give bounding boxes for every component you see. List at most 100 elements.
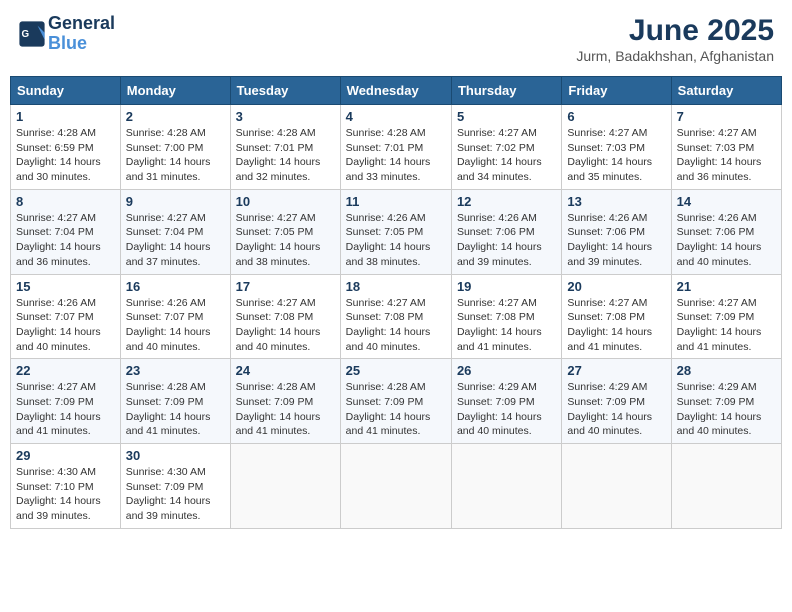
day-number: 20: [567, 279, 665, 294]
calendar-cell: 10 Sunrise: 4:27 AM Sunset: 7:05 PM Dayl…: [230, 189, 340, 274]
day-info: Sunrise: 4:29 AM Sunset: 7:09 PM Dayligh…: [567, 380, 665, 439]
day-info: Sunrise: 4:27 AM Sunset: 7:08 PM Dayligh…: [236, 296, 335, 355]
logo: G General Blue: [18, 14, 115, 54]
day-info: Sunrise: 4:26 AM Sunset: 7:06 PM Dayligh…: [457, 211, 556, 270]
col-wednesday: Wednesday: [340, 77, 451, 105]
logo-line1: General: [48, 14, 115, 34]
day-number: 27: [567, 363, 665, 378]
day-number: 28: [677, 363, 776, 378]
day-info: Sunrise: 4:26 AM Sunset: 7:06 PM Dayligh…: [567, 211, 665, 270]
calendar-cell: [230, 444, 340, 529]
day-info: Sunrise: 4:27 AM Sunset: 7:05 PM Dayligh…: [236, 211, 335, 270]
col-tuesday: Tuesday: [230, 77, 340, 105]
calendar-cell: 2 Sunrise: 4:28 AM Sunset: 7:00 PM Dayli…: [120, 105, 230, 190]
day-number: 1: [16, 109, 115, 124]
calendar-cell: 3 Sunrise: 4:28 AM Sunset: 7:01 PM Dayli…: [230, 105, 340, 190]
day-info: Sunrise: 4:28 AM Sunset: 7:09 PM Dayligh…: [236, 380, 335, 439]
calendar-cell: 12 Sunrise: 4:26 AM Sunset: 7:06 PM Dayl…: [451, 189, 561, 274]
calendar-cell: 19 Sunrise: 4:27 AM Sunset: 7:08 PM Dayl…: [451, 274, 561, 359]
calendar-header-row: Sunday Monday Tuesday Wednesday Thursday…: [11, 77, 782, 105]
day-info: Sunrise: 4:28 AM Sunset: 7:01 PM Dayligh…: [236, 126, 335, 185]
day-number: 4: [346, 109, 446, 124]
day-info: Sunrise: 4:27 AM Sunset: 7:09 PM Dayligh…: [16, 380, 115, 439]
calendar-cell: [451, 444, 561, 529]
day-info: Sunrise: 4:28 AM Sunset: 7:01 PM Dayligh…: [346, 126, 446, 185]
day-info: Sunrise: 4:28 AM Sunset: 7:09 PM Dayligh…: [346, 380, 446, 439]
day-info: Sunrise: 4:29 AM Sunset: 7:09 PM Dayligh…: [457, 380, 556, 439]
calendar-cell: 22 Sunrise: 4:27 AM Sunset: 7:09 PM Dayl…: [11, 359, 121, 444]
day-number: 17: [236, 279, 335, 294]
day-number: 30: [126, 448, 225, 463]
title-section: June 2025 Jurm, Badakhshan, Afghanistan: [576, 14, 774, 64]
day-info: Sunrise: 4:27 AM Sunset: 7:08 PM Dayligh…: [346, 296, 446, 355]
day-number: 16: [126, 279, 225, 294]
calendar-cell: 5 Sunrise: 4:27 AM Sunset: 7:02 PM Dayli…: [451, 105, 561, 190]
day-info: Sunrise: 4:27 AM Sunset: 7:02 PM Dayligh…: [457, 126, 556, 185]
day-info: Sunrise: 4:26 AM Sunset: 7:07 PM Dayligh…: [126, 296, 225, 355]
calendar-cell: 14 Sunrise: 4:26 AM Sunset: 7:06 PM Dayl…: [671, 189, 781, 274]
calendar-cell: 20 Sunrise: 4:27 AM Sunset: 7:08 PM Dayl…: [562, 274, 671, 359]
week-row-1: 1 Sunrise: 4:28 AM Sunset: 6:59 PM Dayli…: [11, 105, 782, 190]
day-number: 21: [677, 279, 776, 294]
day-number: 10: [236, 194, 335, 209]
day-number: 12: [457, 194, 556, 209]
logo-text: General Blue: [48, 14, 115, 54]
calendar-cell: 1 Sunrise: 4:28 AM Sunset: 6:59 PM Dayli…: [11, 105, 121, 190]
day-info: Sunrise: 4:27 AM Sunset: 7:04 PM Dayligh…: [16, 211, 115, 270]
day-number: 18: [346, 279, 446, 294]
day-info: Sunrise: 4:28 AM Sunset: 7:09 PM Dayligh…: [126, 380, 225, 439]
calendar-cell: 13 Sunrise: 4:26 AM Sunset: 7:06 PM Dayl…: [562, 189, 671, 274]
location-subtitle: Jurm, Badakhshan, Afghanistan: [576, 48, 774, 64]
day-number: 2: [126, 109, 225, 124]
calendar-body: 1 Sunrise: 4:28 AM Sunset: 6:59 PM Dayli…: [11, 105, 782, 529]
day-info: Sunrise: 4:27 AM Sunset: 7:08 PM Dayligh…: [567, 296, 665, 355]
calendar-cell: 7 Sunrise: 4:27 AM Sunset: 7:03 PM Dayli…: [671, 105, 781, 190]
day-number: 5: [457, 109, 556, 124]
day-number: 22: [16, 363, 115, 378]
calendar-cell: 26 Sunrise: 4:29 AM Sunset: 7:09 PM Dayl…: [451, 359, 561, 444]
day-number: 19: [457, 279, 556, 294]
page-header: G General Blue June 2025 Jurm, Badakhsha…: [10, 10, 782, 68]
day-info: Sunrise: 4:30 AM Sunset: 7:10 PM Dayligh…: [16, 465, 115, 524]
day-info: Sunrise: 4:26 AM Sunset: 7:06 PM Dayligh…: [677, 211, 776, 270]
col-sunday: Sunday: [11, 77, 121, 105]
day-info: Sunrise: 4:27 AM Sunset: 7:03 PM Dayligh…: [677, 126, 776, 185]
day-info: Sunrise: 4:29 AM Sunset: 7:09 PM Dayligh…: [677, 380, 776, 439]
col-monday: Monday: [120, 77, 230, 105]
day-info: Sunrise: 4:27 AM Sunset: 7:09 PM Dayligh…: [677, 296, 776, 355]
day-number: 14: [677, 194, 776, 209]
day-number: 26: [457, 363, 556, 378]
calendar-cell: 8 Sunrise: 4:27 AM Sunset: 7:04 PM Dayli…: [11, 189, 121, 274]
calendar-cell: [671, 444, 781, 529]
day-number: 3: [236, 109, 335, 124]
day-number: 25: [346, 363, 446, 378]
calendar-cell: 25 Sunrise: 4:28 AM Sunset: 7:09 PM Dayl…: [340, 359, 451, 444]
week-row-3: 15 Sunrise: 4:26 AM Sunset: 7:07 PM Dayl…: [11, 274, 782, 359]
calendar-cell: 18 Sunrise: 4:27 AM Sunset: 7:08 PM Dayl…: [340, 274, 451, 359]
calendar-cell: 24 Sunrise: 4:28 AM Sunset: 7:09 PM Dayl…: [230, 359, 340, 444]
calendar-cell: 27 Sunrise: 4:29 AM Sunset: 7:09 PM Dayl…: [562, 359, 671, 444]
day-number: 29: [16, 448, 115, 463]
calendar-cell: 4 Sunrise: 4:28 AM Sunset: 7:01 PM Dayli…: [340, 105, 451, 190]
day-info: Sunrise: 4:26 AM Sunset: 7:05 PM Dayligh…: [346, 211, 446, 270]
calendar-cell: [340, 444, 451, 529]
day-number: 24: [236, 363, 335, 378]
logo-line2: Blue: [48, 34, 115, 54]
day-number: 15: [16, 279, 115, 294]
day-number: 11: [346, 194, 446, 209]
svg-text:G: G: [22, 29, 30, 40]
day-number: 8: [16, 194, 115, 209]
calendar-cell: [562, 444, 671, 529]
calendar-cell: 16 Sunrise: 4:26 AM Sunset: 7:07 PM Dayl…: [120, 274, 230, 359]
calendar-cell: 17 Sunrise: 4:27 AM Sunset: 7:08 PM Dayl…: [230, 274, 340, 359]
col-saturday: Saturday: [671, 77, 781, 105]
day-number: 23: [126, 363, 225, 378]
week-row-2: 8 Sunrise: 4:27 AM Sunset: 7:04 PM Dayli…: [11, 189, 782, 274]
week-row-5: 29 Sunrise: 4:30 AM Sunset: 7:10 PM Dayl…: [11, 444, 782, 529]
calendar-table: Sunday Monday Tuesday Wednesday Thursday…: [10, 76, 782, 529]
calendar-cell: 6 Sunrise: 4:27 AM Sunset: 7:03 PM Dayli…: [562, 105, 671, 190]
calendar-cell: 9 Sunrise: 4:27 AM Sunset: 7:04 PM Dayli…: [120, 189, 230, 274]
calendar-cell: 15 Sunrise: 4:26 AM Sunset: 7:07 PM Dayl…: [11, 274, 121, 359]
col-thursday: Thursday: [451, 77, 561, 105]
day-number: 9: [126, 194, 225, 209]
